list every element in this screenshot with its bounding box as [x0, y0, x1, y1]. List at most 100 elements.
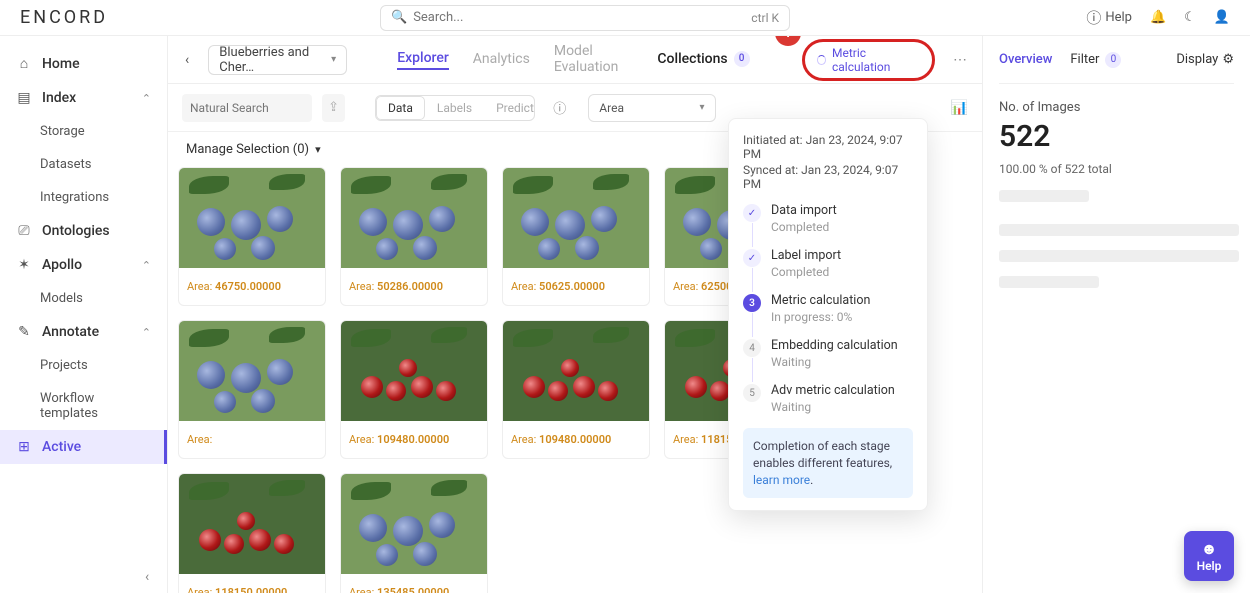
help-icon: ⓘ [1086, 7, 1101, 28]
collections-count-badge: 0 [734, 51, 750, 67]
card-meta: Area: 109480.00000 [341, 421, 487, 458]
metric-progress-popover: Initiated at: Jan 23, 2024, 9:07 PM Sync… [728, 118, 928, 511]
sidebar-item-index[interactable]: ▤Index⌃ [0, 81, 167, 115]
image-card[interactable]: Area: 46750.00000 [178, 167, 326, 306]
metric-select-value: Area [599, 101, 624, 115]
rp-display-label: Display [1176, 52, 1218, 67]
sidebar-item-storage[interactable]: Storage [0, 115, 167, 148]
sidebar-item-ontologies[interactable]: ⎚Ontologies [0, 214, 167, 248]
sidebar-item-models[interactable]: Models [0, 282, 167, 315]
skeleton-line [999, 276, 1099, 288]
image-card[interactable]: Area: 118150.00000 [178, 473, 326, 593]
help-bubble[interactable]: ☻ Help [1184, 531, 1234, 581]
brand-logo: ENCORD [20, 7, 170, 28]
initiated-at: Initiated at: Jan 23, 2024, 9:07 PM [743, 133, 913, 161]
image-card[interactable]: Area: 50625.00000 [502, 167, 650, 306]
seg-predictions[interactable]: Predictions [484, 96, 535, 120]
card-meta: Area: 109480.00000 [503, 421, 649, 458]
tab-label: Collections [657, 51, 727, 67]
card-meta: Area: 118150.00000 [179, 574, 325, 593]
seg-labels[interactable]: Labels [425, 96, 484, 120]
card-meta: Area: [179, 421, 325, 458]
image-card[interactable]: Area: 135485.00000 [340, 473, 488, 593]
sidebar-item-integrations[interactable]: Integrations [0, 181, 167, 214]
active-icon: ⊞ [16, 439, 32, 455]
rp-filter-label: Filter [1070, 52, 1099, 67]
tab-analytics[interactable]: Analytics [473, 51, 530, 69]
step-sub: Completed [771, 220, 837, 234]
sidebar-label: Index [42, 90, 76, 106]
tab-explorer[interactable]: Explorer [397, 50, 449, 70]
rp-tab-overview[interactable]: Overview [999, 52, 1052, 67]
num-images-value: 522 [999, 119, 1234, 154]
learn-more-link[interactable]: learn more [753, 473, 810, 487]
sidebar-label: Ontologies [42, 223, 110, 239]
sidebar-label: Storage [40, 124, 85, 139]
more-menu[interactable]: ⋯ [953, 52, 968, 68]
step-title: Adv metric calculation [771, 383, 895, 398]
user-icon[interactable]: 👤 [1214, 10, 1230, 25]
image-thumbnail [341, 321, 487, 421]
image-card[interactable]: Area: 109480.00000 [502, 320, 650, 459]
step-title: Data import [771, 203, 837, 218]
help-link[interactable]: ⓘ Help [1086, 7, 1132, 28]
tab-collections[interactable]: Collections 0 [657, 51, 749, 69]
image-card[interactable]: Area: [178, 320, 326, 459]
skeleton-line [999, 190, 1089, 202]
card-meta: Area: 50286.00000 [341, 268, 487, 305]
callout-badge: 1 [775, 36, 801, 46]
image-card[interactable]: Area: 109480.00000 [340, 320, 488, 459]
card-meta: Area: 50625.00000 [503, 268, 649, 305]
gear-icon: ⚙ [1222, 52, 1234, 67]
sidebar-item-active[interactable]: ⊞Active [0, 430, 167, 464]
sidebar-label: Datasets [40, 157, 92, 172]
moon-icon[interactable]: ☾ [1184, 10, 1196, 25]
chart-icon[interactable]: 📊 [951, 100, 968, 116]
sidebar-item-projects[interactable]: Projects [0, 349, 167, 382]
home-icon: ⌂ [16, 55, 32, 72]
progress-step: 3Metric calculationIn progress: 0% [743, 293, 913, 324]
sidebar-item-apollo[interactable]: ✶Apollo⌃ [0, 248, 167, 282]
image-card[interactable]: Area: 50286.00000 [340, 167, 488, 306]
step-title: Label import [771, 248, 841, 263]
global-search[interactable]: 🔍 ctrl K [380, 5, 790, 31]
skeleton-line [999, 250, 1239, 262]
image-thumbnail [503, 321, 649, 421]
view-segment: Data Labels Predictions [375, 95, 535, 121]
upload-icon: ⇪ [328, 100, 339, 115]
sidebar-item-home[interactable]: ⌂Home [0, 46, 167, 81]
bell-icon[interactable]: 🔔 [1150, 10, 1166, 25]
image-thumbnail [341, 168, 487, 268]
sidebar: ⌂Home ▤Index⌃ Storage Datasets Integrati… [0, 36, 168, 593]
info-icon[interactable]: ⓘ [553, 98, 566, 117]
help-bubble-icon: ☻ [1201, 539, 1218, 559]
apollo-icon: ✶ [16, 257, 32, 273]
progress-step: 5Adv metric calculationWaiting [743, 383, 913, 414]
card-meta: Area: 46750.00000 [179, 268, 325, 305]
image-thumbnail [179, 474, 325, 574]
tab-model-evaluation[interactable]: Model Evaluation [554, 43, 634, 77]
sidebar-collapse[interactable]: ‹ [145, 569, 149, 585]
metric-select[interactable]: Area ▾ [588, 94, 715, 122]
synced-at: Synced at: Jan 23, 2024, 9:07 PM [743, 163, 913, 191]
search-shortcut: ctrl K [751, 11, 779, 25]
sidebar-label: Workflow templates [40, 391, 151, 421]
search-icon: 🔍 [391, 10, 407, 25]
metric-calculation-button[interactable]: 1 Metric calculation [802, 39, 935, 81]
natural-search-input[interactable] [182, 94, 312, 122]
sidebar-item-workflow[interactable]: Workflow templates [0, 382, 167, 430]
annotate-icon: ✎ [16, 324, 32, 340]
sidebar-item-annotate[interactable]: ✎Annotate⌃ [0, 315, 167, 349]
rp-display[interactable]: Display ⚙ [1176, 52, 1234, 67]
help-bubble-label: Help [1197, 559, 1222, 573]
rp-tab-filter[interactable]: Filter 0 [1070, 52, 1121, 68]
seg-data[interactable]: Data [376, 96, 425, 120]
project-select[interactable]: Blueberries and Cher… ▾ [208, 45, 347, 75]
help-label: Help [1105, 10, 1132, 25]
back-button[interactable]: ‹ [176, 48, 198, 72]
sidebar-item-datasets[interactable]: Datasets [0, 148, 167, 181]
sidebar-label: Projects [40, 358, 88, 373]
step-marker: 4 [743, 339, 761, 357]
upload-button[interactable]: ⇪ [322, 94, 345, 122]
search-input[interactable] [413, 10, 751, 25]
